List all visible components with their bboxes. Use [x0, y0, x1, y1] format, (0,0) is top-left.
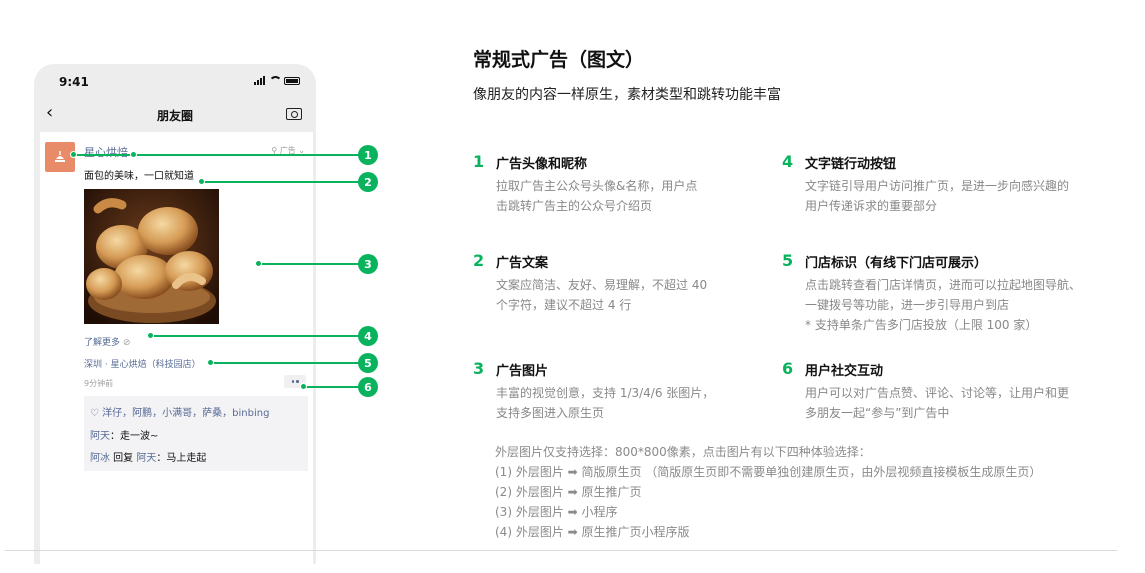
feature-number: 6 — [782, 359, 794, 378]
feature-title: 门店标识（有线下门店可展示） — [805, 256, 988, 271]
feature-title: 文字链行动按钮 — [805, 157, 897, 172]
comment-text: 马上走起 — [166, 453, 207, 464]
bottom-divider — [5, 550, 1117, 551]
callout-number: 5 — [358, 353, 378, 373]
comment-row[interactable]: 阿天：走一波~ — [90, 427, 302, 442]
nav-bar: ‹ 朋友圈 — [34, 100, 316, 130]
comment-text: 走一波~ — [120, 431, 159, 442]
callout-number: 6 — [358, 377, 378, 397]
post-time: 9分钟前 — [84, 379, 114, 388]
bread-basket-image — [84, 189, 219, 324]
feature-title: 广告头像和昵称 — [496, 157, 588, 172]
feature-desc: 拉取广告主公众号头像&名称，用户点 击跳转广告主的公众号介绍页 — [496, 179, 698, 213]
learn-more-label: 了解更多 — [84, 338, 121, 348]
feature-desc: 用户可以对广告点赞、评论、讨论等，让用户和更 多朋友一起“参与”到广告中 — [805, 386, 1070, 420]
link-icon: ⊘ — [122, 338, 131, 348]
reply-to-user[interactable]: 阿天 — [136, 453, 156, 464]
store-location-link[interactable]: 深圳 · 星心烘焙（科技园店） — [84, 357, 201, 370]
feature-desc: 点击跳转查看门店详情页，进而可以拉起地图导航、 一键拨号等功能，进一步引导用户到… — [805, 278, 1082, 332]
comment-user[interactable]: 阿天 — [90, 431, 110, 442]
callout-number: 3 — [358, 254, 378, 274]
ad-copy: 面包的美味，一口就知道 — [84, 171, 194, 182]
heart-icon: ♡ — [90, 408, 99, 419]
feature-number: 1 — [473, 152, 485, 171]
feature-title: 广告图片 — [496, 364, 549, 379]
feature-number: 2 — [473, 251, 485, 270]
status-icons — [254, 76, 300, 85]
feature-title: 用户社交互动 — [805, 364, 884, 379]
callout-number: 1 — [358, 145, 378, 165]
page-title: 朋友圈 — [156, 109, 193, 123]
signal-icon — [254, 76, 265, 85]
comment-user[interactable]: 阿冰 — [90, 453, 110, 464]
advertiser-nickname[interactable]: 星心烘焙 — [84, 144, 128, 160]
wifi-icon — [269, 76, 282, 85]
comment-sep: ： — [110, 431, 120, 442]
text-link-cta[interactable]: 了解更多 ⊘ — [84, 335, 130, 348]
feature-number: 4 — [782, 152, 794, 171]
feature-number: 3 — [473, 359, 485, 378]
feature-title: 广告文案 — [496, 256, 549, 271]
comment-row[interactable]: 阿冰 回复 阿天：马上走起 — [90, 449, 302, 464]
reply-word: 回复 — [110, 453, 137, 464]
ad-image[interactable] — [84, 189, 219, 324]
comment-sep: ： — [156, 453, 167, 464]
page-title-main: 常规式广告（图文） — [473, 49, 645, 71]
feature-desc: 文案应简洁、友好、易理解，不超过 40 个字符，建议不超过 4 行 — [496, 278, 708, 312]
callout-number: 4 — [358, 326, 378, 346]
battery-icon — [284, 77, 300, 85]
camera-icon[interactable] — [286, 108, 302, 120]
feature-number: 5 — [782, 251, 794, 270]
moments-feed: 星心烘焙 ⚲ 广告 ⌄ 面包的美味，一口就知道 了解更多 ⊘ 深圳 · 星心烘焙… — [40, 132, 313, 564]
image-options-notes: 外层图片仅支持选择：800*800像素，点击图片有以下四种体验选择： (1) 外… — [495, 445, 1042, 539]
callout-number: 2 — [358, 172, 378, 192]
likes-users[interactable]: 洋仔，阿鹏，小满哥，萨桑，binbing — [102, 408, 269, 419]
social-interaction-box: ♡ 洋仔，阿鹏，小满哥，萨桑，binbing 阿天：走一波~ 阿冰 回复 阿天：… — [84, 396, 308, 471]
bakery-logo-icon — [55, 151, 65, 162]
likes-row: ♡ 洋仔，阿鹏，小满哥，萨桑，binbing — [90, 404, 302, 419]
status-bar: 9:41 — [34, 64, 316, 98]
phone-mockup: 9:41 ‹ 朋友圈 星心烘焙 ⚲ 广告 ⌄ 面包的美味，一口就知道 了解更多 … — [34, 64, 316, 564]
feature-desc: 文字链引导用户访问推广页，是进一步向感兴趣的 用户传递诉求的重要部分 — [805, 179, 1070, 213]
status-time: 9:41 — [59, 75, 89, 89]
feature-desc: 丰富的视觉创意，支持 1/3/4/6 张图片， 支持多图进入原生页 — [496, 386, 715, 420]
page-subtitle: 像朋友的内容一样原生，素材类型和跳转功能丰富 — [473, 87, 781, 103]
